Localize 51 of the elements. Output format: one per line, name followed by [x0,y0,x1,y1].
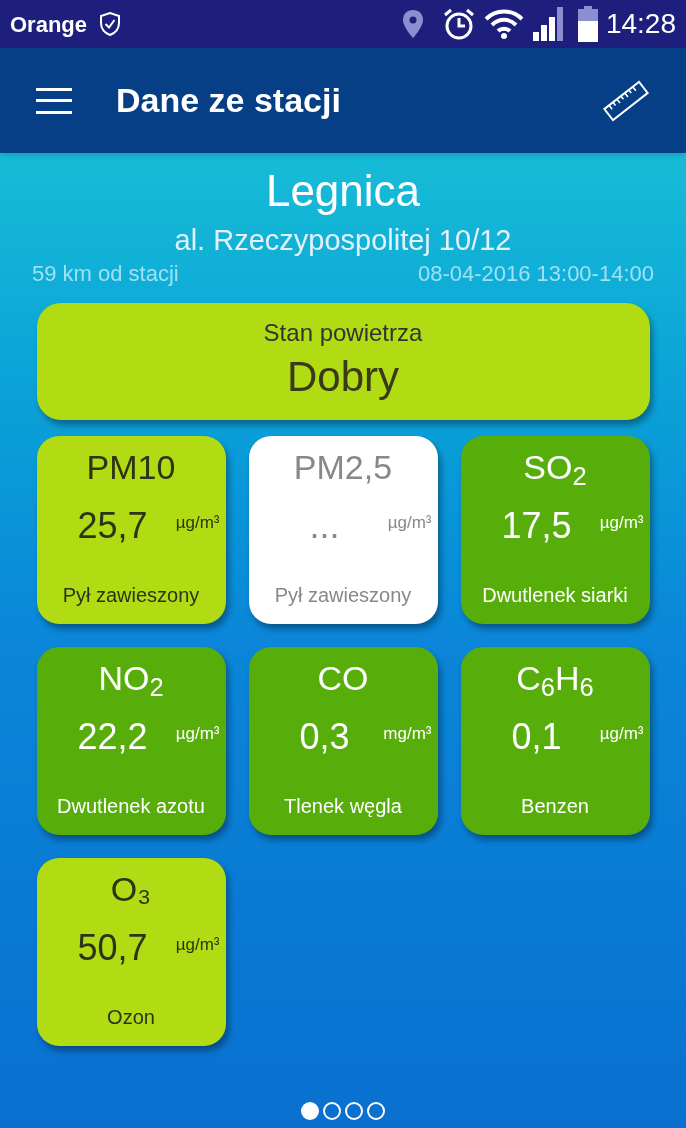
menu-icon[interactable] [36,87,72,114]
pollutant-name: Tlenek węgla [284,794,402,819]
unit-text: µg/m³ [599,723,644,745]
screen-title: Dane ze stacji [116,80,341,121]
unit-text: µg/m³ [175,934,220,956]
pollutant-value: 22,2 [76,715,149,759]
air-quality-value: Dobry [286,352,399,402]
distance-text: 59 km od stacji [32,260,179,288]
pollutant-value: 17,5 [500,504,573,548]
pollutant-value: 0,1 [510,715,563,759]
pollutant-name: Dwutlenek azotu [57,794,205,819]
pollutant-symbol: O₃ [110,869,152,910]
wifi-icon [483,8,524,40]
station-city: Legnica [265,165,421,217]
pollutant-tile[interactable]: SO$_{2}$ 17,5 µg/m³ Dwutlenek siarki [460,436,650,624]
pollutant-name: Pył zawieszony [62,583,200,608]
shield-icon [99,11,122,37]
carrier-name: Orange [10,10,88,39]
pollutant-value: 0,3 [298,715,351,759]
battery-icon [577,6,598,42]
ruler-icon[interactable] [602,78,650,123]
pollutant-tile[interactable]: PM2,5 ... µg/m³ Pył zawieszony [248,436,438,624]
pollutant-value: 25,7 [76,504,149,548]
pollutant-symbol: PM10 [86,447,176,488]
pollutant-symbol: PM2,5 [293,447,393,488]
pollutant-tile[interactable]: CO 0,3 mg/m³ Tlenek węgla [248,647,438,835]
unit-text: µg/m³ [175,723,220,745]
pollutant-value: ... [308,504,341,548]
measurement-period: 08-04-2016 13:00-14:00 [417,260,654,288]
pollutant-tile[interactable]: C$_{6}$H$_{6}$ 0,1 µg/m³ Benzen [460,647,650,835]
pollutant-tile[interactable]: O₃ 50,7 µg/m³ Ozon [36,858,226,1046]
pollutant-tile[interactable]: PM10 25,7 µg/m³ Pył zawieszony [36,436,226,624]
clock-time: 14:28 [605,7,676,41]
pollutant-value: 50,7 [76,926,149,970]
pollutant-symbol: NO$_{2}$ [98,658,164,699]
air-quality-label: Stan powietrza [263,318,423,348]
pollutant-symbol: CO [317,658,369,699]
pollutant-tile[interactable]: NO$_{2}$ 22,2 µg/m³ Dwutlenek azotu [36,647,226,835]
alarm-clock-icon [441,7,476,41]
unit-text: µg/m³ [175,512,220,534]
station-address: al. Rzeczypospolitej 10/12 [174,223,512,257]
pollutant-name: Ozon [107,1005,155,1030]
pollutant-name: Benzen [521,794,589,819]
unit-text: µg/m³ [387,512,432,534]
pollutant-symbol: SO$_{2}$ [523,447,587,488]
pollutant-symbol: C$_{6}$H$_{6}$ [516,658,594,699]
pollutant-name: Dwutlenek siarki [482,583,628,608]
unit-text: µg/m³ [599,512,644,534]
pollutant-name: Pył zawieszony [274,583,412,608]
location-pin-icon [401,9,424,39]
unit-text: mg/m³ [383,723,432,745]
